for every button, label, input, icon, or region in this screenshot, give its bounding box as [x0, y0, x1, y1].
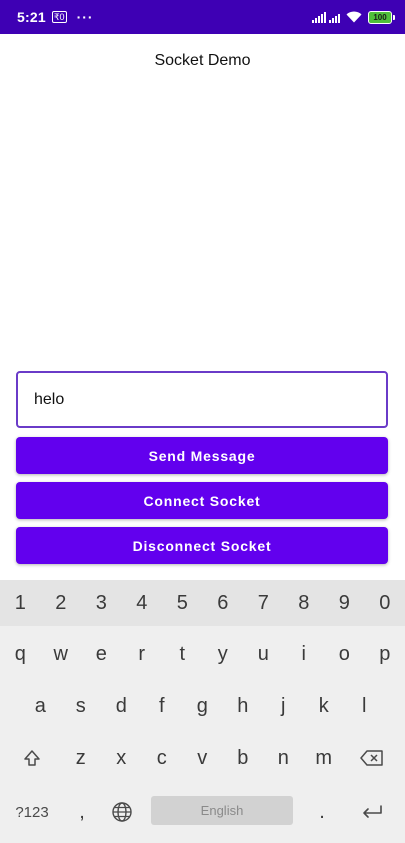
more-notifications-icon: ···	[76, 9, 94, 25]
key-l[interactable]: l	[344, 680, 385, 732]
key-i[interactable]: i	[284, 628, 325, 680]
message-input[interactable]	[16, 371, 388, 428]
page-title: Socket Demo	[154, 52, 251, 69]
status-time: 5:21	[17, 9, 46, 25]
battery-icon: 100	[368, 10, 395, 24]
key-q[interactable]: q	[0, 628, 41, 680]
battery-level: 100	[373, 12, 387, 22]
connect-socket-button[interactable]: Connect Socket	[16, 482, 388, 519]
key-y[interactable]: y	[203, 628, 244, 680]
symbols-key[interactable]: ?123	[6, 784, 58, 840]
key-g[interactable]: g	[182, 680, 223, 732]
globe-icon[interactable]	[102, 784, 142, 840]
keyboard-row-1: q w e r t y u i o p	[0, 628, 405, 680]
key-o[interactable]: o	[324, 628, 365, 680]
enter-icon[interactable]	[350, 784, 394, 840]
key-t[interactable]: t	[162, 628, 203, 680]
key-p[interactable]: p	[365, 628, 405, 680]
key-u[interactable]: u	[243, 628, 284, 680]
key-h[interactable]: h	[223, 680, 264, 732]
key-w[interactable]: w	[41, 628, 82, 680]
key-comma[interactable]: ,	[62, 784, 102, 840]
disconnect-socket-button[interactable]: Disconnect Socket	[16, 527, 388, 564]
status-left: 5:21 ₹0 ···	[17, 9, 94, 25]
key-r[interactable]: r	[122, 628, 163, 680]
key-k[interactable]: k	[304, 680, 345, 732]
key-0[interactable]: 0	[365, 580, 405, 626]
payment-notification-icon: ₹0	[51, 11, 67, 23]
key-m[interactable]: m	[304, 732, 345, 784]
keyboard-row-3: z x c v b n m	[0, 732, 405, 784]
key-b[interactable]: b	[223, 732, 264, 784]
key-d[interactable]: d	[101, 680, 142, 732]
key-1[interactable]: 1	[0, 580, 41, 626]
key-9[interactable]: 9	[324, 580, 365, 626]
shift-icon[interactable]	[10, 732, 54, 784]
key-period[interactable]: .	[302, 784, 342, 840]
key-j[interactable]: j	[263, 680, 304, 732]
key-5[interactable]: 5	[162, 580, 203, 626]
keyboard-number-row: 1 2 3 4 5 6 7 8 9 0	[0, 580, 405, 626]
signal-icon	[312, 11, 340, 23]
key-8[interactable]: 8	[284, 580, 325, 626]
status-right: 100	[312, 10, 395, 24]
key-x[interactable]: x	[101, 732, 142, 784]
key-7[interactable]: 7	[243, 580, 284, 626]
wifi-icon	[346, 11, 362, 23]
key-e[interactable]: e	[81, 628, 122, 680]
key-z[interactable]: z	[61, 732, 102, 784]
status-bar: 5:21 ₹0 ··· 100	[0, 0, 405, 34]
space-key[interactable]: English	[151, 796, 293, 825]
send-message-button[interactable]: Send Message	[16, 437, 388, 474]
soft-keyboard: 1 2 3 4 5 6 7 8 9 0 q w e r t y u i o p …	[0, 580, 405, 843]
key-n[interactable]: n	[263, 732, 304, 784]
key-f[interactable]: f	[142, 680, 183, 732]
keyboard-row-2: a s d f g h j k l	[0, 680, 405, 732]
key-a[interactable]: a	[20, 680, 61, 732]
key-v[interactable]: v	[182, 732, 223, 784]
backspace-icon[interactable]	[350, 732, 394, 784]
key-4[interactable]: 4	[122, 580, 163, 626]
key-c[interactable]: c	[142, 732, 183, 784]
key-3[interactable]: 3	[81, 580, 122, 626]
key-s[interactable]: s	[61, 680, 102, 732]
key-6[interactable]: 6	[203, 580, 244, 626]
key-2[interactable]: 2	[41, 580, 82, 626]
